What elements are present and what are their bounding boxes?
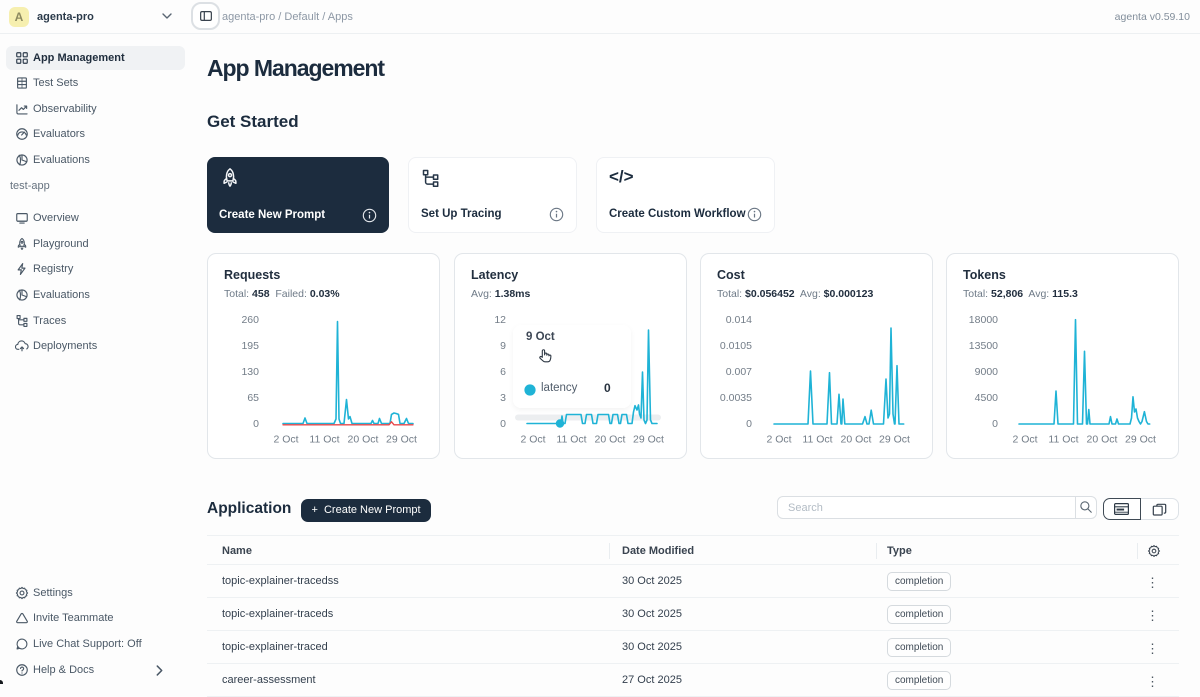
- svg-text:11 Oct: 11 Oct: [556, 434, 586, 446]
- svg-text:2 Oct: 2 Oct: [1012, 434, 1037, 446]
- svg-text:0: 0: [746, 418, 752, 430]
- svg-text:9000: 9000: [975, 366, 999, 378]
- svg-text:13500: 13500: [969, 340, 998, 352]
- svg-text:65: 65: [247, 392, 259, 404]
- svg-text:9: 9: [500, 340, 506, 352]
- svg-text:20 Oct: 20 Oct: [841, 434, 872, 446]
- svg-text:29 Oct: 29 Oct: [386, 434, 417, 446]
- svg-text:11 Oct: 11 Oct: [309, 434, 339, 446]
- svg-text:4500: 4500: [975, 392, 999, 404]
- svg-text:29 Oct: 29 Oct: [1125, 434, 1156, 446]
- svg-text:0.0035: 0.0035: [720, 392, 752, 404]
- svg-text:20 Oct: 20 Oct: [1087, 434, 1118, 446]
- svg-text:18000: 18000: [969, 314, 998, 326]
- svg-text:29 Oct: 29 Oct: [879, 434, 910, 446]
- svg-text:0: 0: [253, 418, 259, 430]
- svg-text:6: 6: [500, 366, 506, 378]
- svg-text:11 Oct: 11 Oct: [1048, 434, 1078, 446]
- svg-text:20 Oct: 20 Oct: [595, 434, 626, 446]
- svg-text:2 Oct: 2 Oct: [520, 434, 545, 446]
- svg-text:12: 12: [494, 314, 506, 326]
- svg-text:20 Oct: 20 Oct: [348, 434, 379, 446]
- svg-text:0: 0: [500, 418, 506, 430]
- svg-text:3: 3: [500, 392, 506, 404]
- svg-text:11 Oct: 11 Oct: [802, 434, 832, 446]
- svg-text:0: 0: [992, 418, 998, 430]
- svg-text:130: 130: [241, 366, 259, 378]
- svg-text:195: 195: [241, 340, 259, 352]
- svg-text:2 Oct: 2 Oct: [273, 434, 298, 446]
- svg-text:0.014: 0.014: [726, 314, 752, 326]
- svg-text:29 Oct: 29 Oct: [633, 434, 664, 446]
- svg-text:0.007: 0.007: [726, 366, 752, 378]
- svg-text:2 Oct: 2 Oct: [766, 434, 791, 446]
- svg-text:0.0105: 0.0105: [720, 340, 752, 352]
- svg-text:260: 260: [241, 314, 259, 326]
